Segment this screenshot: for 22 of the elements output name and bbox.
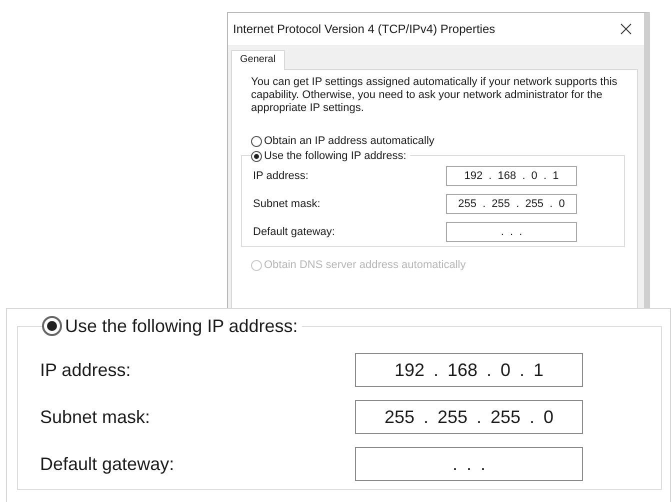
- radio-option[interactable]: Obtain an IP address automatically: [251, 133, 623, 149]
- ip-address-field[interactable]: 255 . 255 . 255 . 0: [355, 400, 583, 434]
- field-label: Subnet mask:: [253, 198, 320, 210]
- radio-option[interactable]: Use the following IP address:: [251, 148, 410, 164]
- field-label: IP address:: [40, 360, 131, 380]
- description-text: You can get IP settings assigned automatically if your network supports this capability. Otherwise, you need to ask your network administrator for the appropriate IP settings.: [251, 76, 618, 115]
- ip-address-field[interactable]: 192 . 168 . 0 . 1: [446, 166, 577, 186]
- ip-address-field[interactable]: . . .: [446, 222, 577, 242]
- radio-button[interactable]: [42, 316, 62, 336]
- close-icon[interactable]: [620, 23, 632, 35]
- field-label: IP address:: [253, 170, 308, 182]
- field-label: Default gateway:: [40, 454, 174, 474]
- ip-address-field[interactable]: 192 . 168 . 0 . 1: [355, 353, 583, 387]
- field-label: Subnet mask:: [40, 406, 150, 428]
- radio-button[interactable]: [251, 136, 262, 146]
- ip-address-field[interactable]: . . .: [355, 447, 583, 481]
- field-label: Default gateway:: [253, 226, 335, 238]
- tab[interactable]: General: [231, 50, 285, 70]
- radio-button[interactable]: [251, 150, 262, 162]
- radio-option[interactable]: Use the following IP address:: [42, 315, 302, 337]
- window-title: Internet Protocol Version 4 (TCP/IPv4) Properties: [233, 22, 496, 36]
- ip-address-field[interactable]: 255 . 255 . 255 . 0: [446, 194, 577, 214]
